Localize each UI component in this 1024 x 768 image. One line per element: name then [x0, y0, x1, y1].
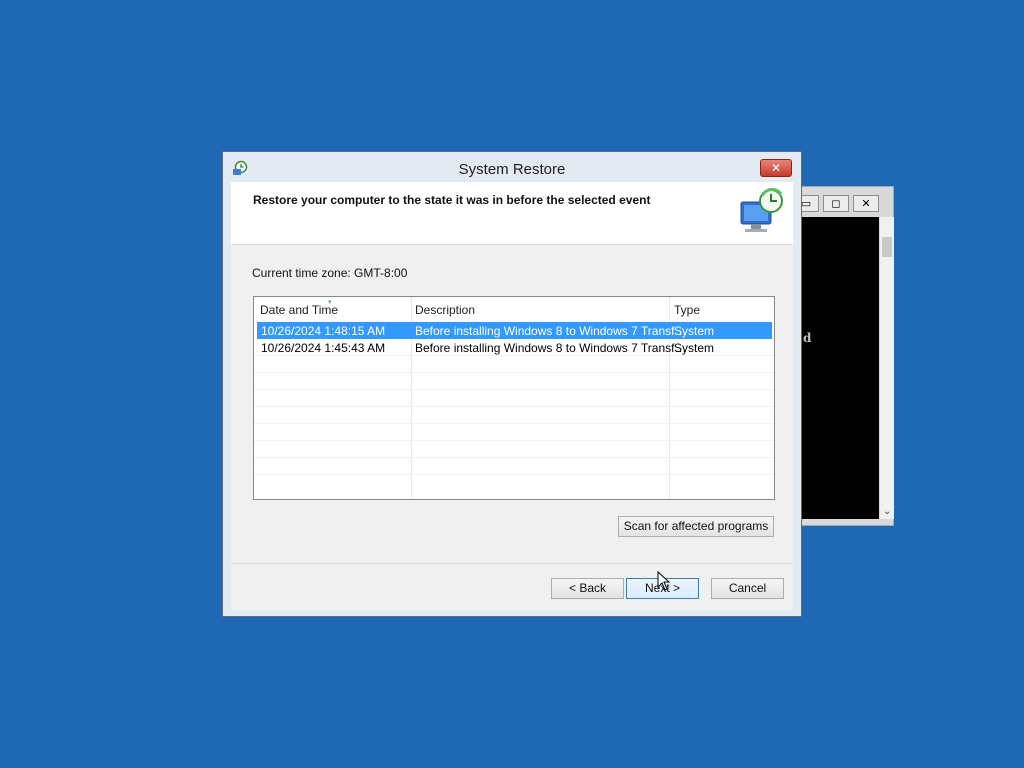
grid-line	[254, 457, 774, 458]
cancel-button[interactable]: Cancel	[711, 578, 784, 599]
console-screen: ⌄	[801, 217, 894, 519]
maximize-button[interactable]: ◻	[823, 195, 849, 212]
console-scrollbar[interactable]: ⌄	[880, 217, 894, 519]
restore-points-table[interactable]: Date and Time ▾ Description Type 10/26/2…	[253, 296, 775, 500]
dialog-header: Restore your computer to the state it wa…	[231, 182, 793, 245]
grid-line	[254, 389, 774, 390]
table-header: Date and Time ▾ Description Type	[254, 297, 774, 321]
grid-line	[254, 406, 774, 407]
cell-description: Before installing Windows 8 to Windows 7…	[415, 341, 687, 355]
page-heading: Restore your computer to the state it wa…	[253, 193, 651, 207]
title-bar[interactable]: System Restore ✕	[223, 152, 801, 182]
dialog-client-area: Restore your computer to the state it wa…	[231, 182, 793, 610]
computer-restore-icon	[740, 188, 783, 232]
grid-line	[254, 474, 774, 475]
mouse-cursor-icon	[657, 571, 671, 591]
grid-line	[254, 440, 774, 441]
scrollbar-thumb[interactable]	[882, 237, 892, 257]
sort-indicator-icon: ▾	[328, 299, 332, 306]
current-timezone: Current time zone: GMT-8:00	[252, 266, 408, 280]
dialog-title: System Restore	[458, 161, 566, 178]
table-row[interactable]: 10/26/2024 1:48:15 AM Before installing …	[257, 322, 772, 339]
column-type[interactable]: Type	[674, 303, 700, 317]
cell-type: System	[674, 341, 715, 355]
cell-date: 10/26/2024 1:48:15 AM	[261, 324, 386, 338]
scan-affected-programs-button[interactable]: Scan for affected programs	[618, 516, 774, 537]
system-restore-dialog: System Restore ✕ Restore your computer t…	[222, 151, 802, 617]
console-text: d	[803, 331, 812, 345]
background-console-window[interactable]: ▭ ◻ ✕ ⌄ d	[790, 186, 894, 526]
column-description[interactable]: Description	[415, 303, 475, 317]
close-button[interactable]: ✕	[853, 195, 879, 212]
column-date-and-time[interactable]: Date and Time	[260, 303, 338, 317]
footer-divider	[231, 563, 793, 564]
cell-type: System	[674, 324, 715, 338]
back-button[interactable]: < Back	[551, 578, 624, 599]
cell-date: 10/26/2024 1:45:43 AM	[261, 341, 386, 355]
grid-line	[254, 423, 774, 424]
close-button[interactable]: ✕	[760, 159, 792, 177]
table-row[interactable]: 10/26/2024 1:45:43 AM Before installing …	[257, 339, 772, 356]
grid-line	[254, 372, 774, 373]
cell-description: Before installing Windows 8 to Windows 7…	[415, 324, 687, 338]
scroll-down-icon[interactable]: ⌄	[883, 506, 891, 517]
